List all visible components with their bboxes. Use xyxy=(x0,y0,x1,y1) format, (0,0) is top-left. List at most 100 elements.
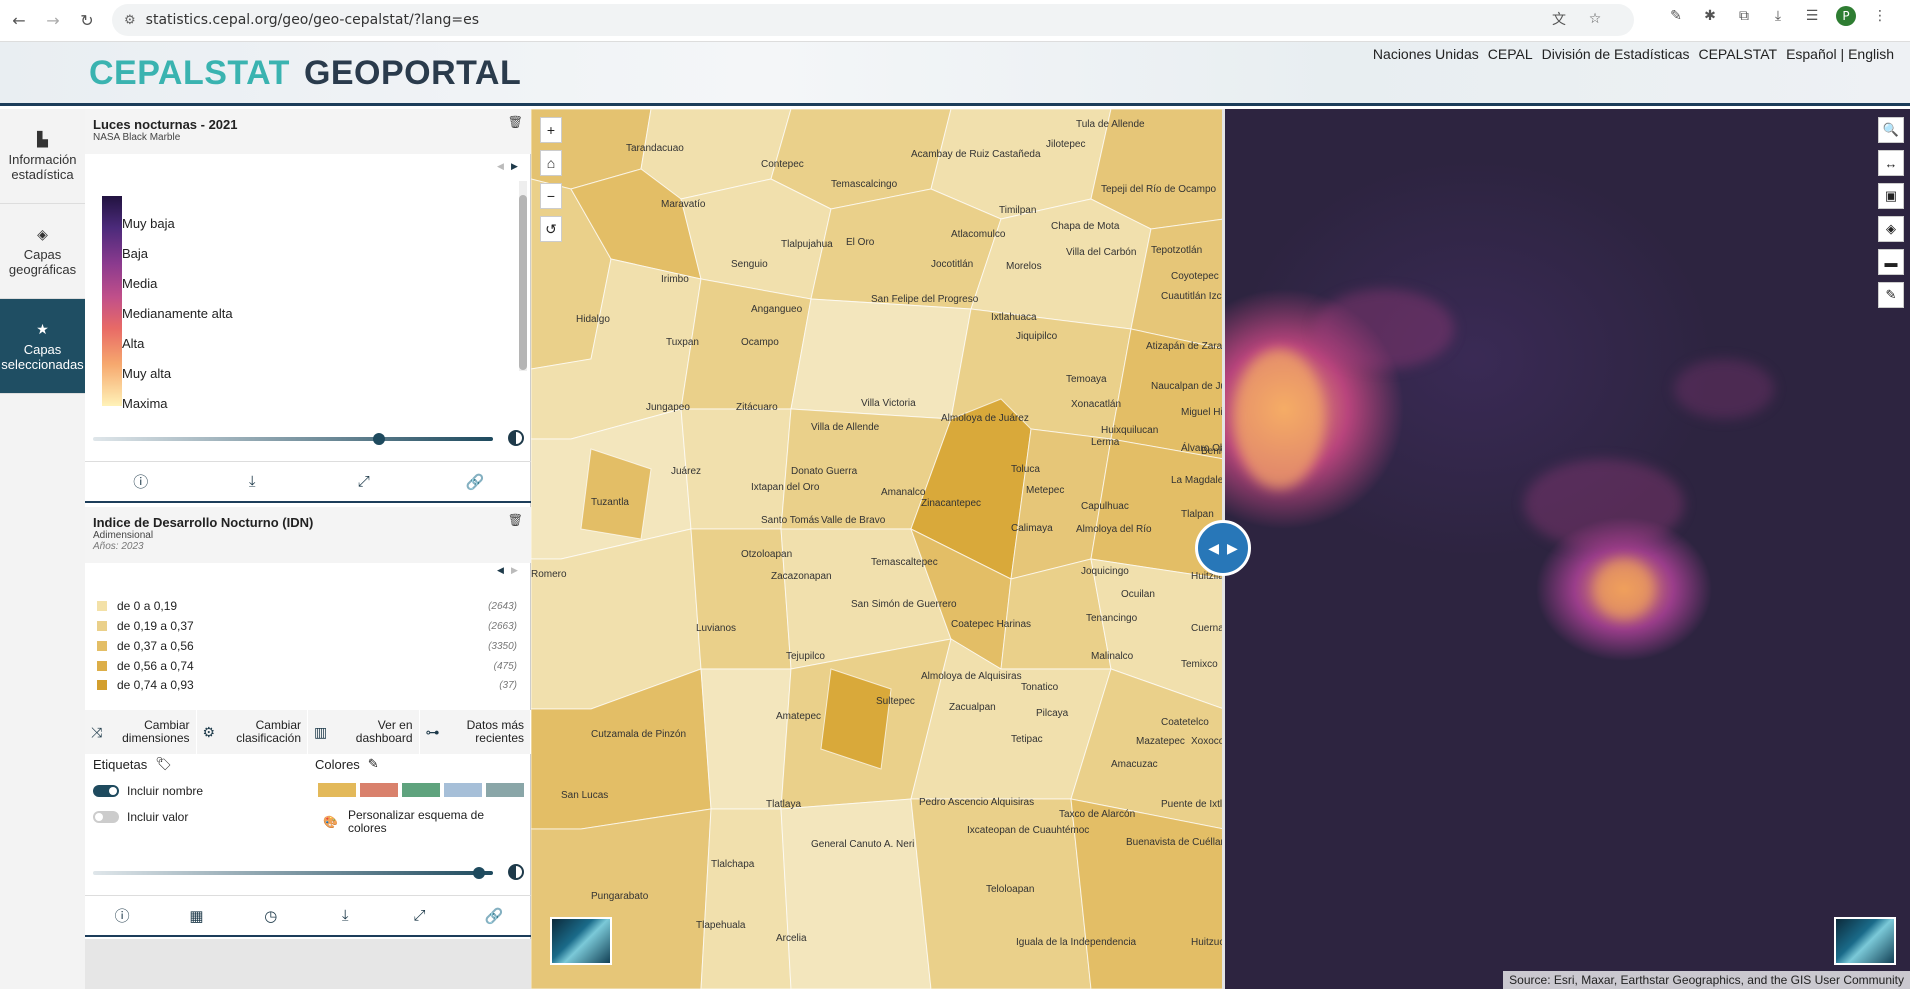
expand-icon[interactable]: ⤢ xyxy=(404,907,434,924)
palette-icon: 🎨 xyxy=(323,815,338,829)
draw-icon[interactable]: ✎ xyxy=(1878,282,1904,308)
link-naciones-unidas[interactable]: Naciones Unidas xyxy=(1373,46,1479,62)
profile-avatar[interactable]: P xyxy=(1836,6,1856,26)
trash-icon[interactable]: 🗑 xyxy=(508,513,523,527)
place-label: General Canuto A. Neri xyxy=(811,839,915,850)
bar-chart-icon: ▙ xyxy=(37,130,48,147)
bookmark-star-icon[interactable]: ☆ xyxy=(1584,8,1606,30)
class-count: (3350) xyxy=(488,640,517,652)
view-dashboard-button[interactable]: ▥ Ver en dashboard xyxy=(308,710,420,754)
address-bar[interactable]: ⚙ statistics.cepal.org/geo/geo-cepalstat… xyxy=(112,4,1634,36)
extension2-icon[interactable]: ✱ xyxy=(1700,6,1720,26)
link-cepal[interactable]: CEPAL xyxy=(1488,46,1533,62)
language-switch[interactable]: Español | English xyxy=(1786,46,1894,62)
contrast-icon[interactable] xyxy=(508,864,524,880)
basemap-thumbnail-right[interactable] xyxy=(1834,917,1896,965)
class-swatch xyxy=(97,621,107,631)
layer1-opacity-slider[interactable] xyxy=(93,433,493,445)
sidebar-item-capas[interactable]: ◈ Capas geográficas xyxy=(0,204,85,299)
change-dimensions-button[interactable]: ⤨ Cambiar dimensiones xyxy=(85,710,197,754)
color-schemes xyxy=(318,783,528,797)
layer2-opacity-slider[interactable] xyxy=(93,867,493,879)
legend-next-icon[interactable]: ▶ xyxy=(511,565,518,576)
place-label: Tepotzotlán xyxy=(1151,245,1203,256)
url-text: statistics.cepal.org/geo/geo-cepalstat/?… xyxy=(145,12,479,28)
table-icon[interactable]: ▦ xyxy=(181,907,211,925)
place-label: Atizapán de Zaragoza xyxy=(1146,341,1224,352)
puzzle-icon[interactable]: ⧉ xyxy=(1734,6,1754,26)
place-label: Tula de Allende xyxy=(1076,119,1145,130)
measure-icon[interactable]: ▬ xyxy=(1878,249,1904,275)
sidebar-item-informacion[interactable]: ▙ Información estadística xyxy=(0,109,85,204)
search-icon[interactable]: 🔍 xyxy=(1878,117,1904,143)
latest-data-button[interactable]: ⊶ Datos más recientes xyxy=(419,710,531,754)
forward-icon[interactable]: → xyxy=(38,6,68,36)
include-name-toggle[interactable] xyxy=(93,785,119,797)
info-icon[interactable]: ⓘ xyxy=(126,471,156,492)
place-label: Huitzuco de los Figueroa xyxy=(1191,937,1224,948)
zoom-out-button[interactable]: − xyxy=(540,183,562,209)
include-value-toggle[interactable] xyxy=(93,811,119,823)
place-label: Contepec xyxy=(761,159,804,170)
color-scheme-swatch[interactable] xyxy=(318,783,356,797)
action-label: Ver en dashboard xyxy=(355,718,413,745)
swipe-handle[interactable]: ◀ ▶ xyxy=(1195,520,1251,576)
legend-prev-icon[interactable]: ◀ xyxy=(497,565,504,576)
place-label: Almoloya del Río xyxy=(1076,524,1152,535)
basemap-thumbnail[interactable] xyxy=(550,917,612,965)
info-icon[interactable]: ⓘ xyxy=(107,905,137,926)
place-label: Jocotitlán xyxy=(931,259,974,270)
place-label: Chapa de Mota xyxy=(1051,221,1120,232)
place-label: Buenavista de Cuéllar xyxy=(1126,837,1224,848)
place-label: Tenancingo xyxy=(1086,613,1138,624)
legend-scrollbar[interactable] xyxy=(519,181,527,371)
clock-icon[interactable]: ◷ xyxy=(256,907,286,925)
color-scheme-swatch[interactable] xyxy=(402,783,440,797)
trash-icon[interactable]: 🗑 xyxy=(508,115,523,129)
download-icon[interactable]: ⤓ xyxy=(1768,6,1788,26)
site-logo[interactable]: CEPALSTAT GEOPORTAL xyxy=(89,54,521,93)
menu-icon[interactable]: ⋮ xyxy=(1870,6,1890,26)
download-icon[interactable]: ⤓ xyxy=(330,907,360,924)
image-icon[interactable]: ▣ xyxy=(1878,183,1904,209)
class-count: (2643) xyxy=(488,600,517,612)
place-label: Xoxocotla xyxy=(1191,736,1224,747)
place-label: Jilotepec xyxy=(1046,139,1086,150)
sidebar-item-seleccionadas[interactable]: ★ Capas seleccionadas xyxy=(0,299,85,394)
site-info-icon[interactable]: ⚙ xyxy=(124,13,136,28)
legend-next-icon[interactable]: ▶ xyxy=(511,161,518,172)
layers-tool-icon[interactable]: ◈ xyxy=(1878,216,1904,242)
place-label: Otzoloapan xyxy=(741,549,793,560)
extension-icon[interactable]: ✎ xyxy=(1666,6,1686,26)
color-scheme-swatch[interactable] xyxy=(486,783,524,797)
zoom-in-button[interactable]: + xyxy=(540,117,562,143)
sidebar-item-label: Información estadística xyxy=(8,151,77,182)
reset-view-button[interactable]: ↺ xyxy=(540,216,562,242)
contrast-icon[interactable] xyxy=(508,430,524,446)
link-division[interactable]: División de Estadísticas xyxy=(1542,46,1690,62)
night-lights-map[interactable]: Source: Esri, Maxar, Earthstar Geographi… xyxy=(1224,109,1910,989)
link-icon[interactable]: 🔗 xyxy=(460,473,490,491)
legend-prev-icon[interactable]: ◀ xyxy=(497,161,504,172)
reload-icon[interactable]: ↻ xyxy=(72,6,102,36)
reading-list-icon[interactable]: ☰ xyxy=(1802,6,1822,26)
layer-panel: Luces nocturnas - 2021 NASA Black Marble… xyxy=(85,109,531,989)
translate-icon[interactable]: 文 xyxy=(1548,8,1570,30)
slider-knob[interactable] xyxy=(373,433,385,445)
swipe-tool-icon[interactable]: ↔ xyxy=(1878,150,1904,176)
class-count: (475) xyxy=(493,660,517,672)
expand-icon[interactable]: ⤢ xyxy=(349,473,379,490)
download-icon[interactable]: ⤓ xyxy=(237,473,267,490)
customize-colors-link[interactable]: 🎨 Personalizar esquema de colores xyxy=(323,809,523,835)
color-scheme-swatch[interactable] xyxy=(360,783,398,797)
home-button[interactable]: ⌂ xyxy=(540,150,562,176)
link-icon[interactable]: 🔗 xyxy=(479,907,509,925)
choropleth-map[interactable]: Tula de Allende Tarandacuao Jilotepec Acamb… xyxy=(531,109,1224,989)
change-classification-button[interactable]: ⚙ Cambiar clasificación xyxy=(196,710,308,754)
link-cepalstat[interactable]: CEPALSTAT xyxy=(1698,46,1777,62)
place-label: Lerma xyxy=(1091,437,1120,448)
color-scheme-swatch[interactable] xyxy=(444,783,482,797)
slider-knob[interactable] xyxy=(473,867,485,879)
back-icon[interactable]: ← xyxy=(4,6,34,36)
class-swatch xyxy=(97,680,107,690)
